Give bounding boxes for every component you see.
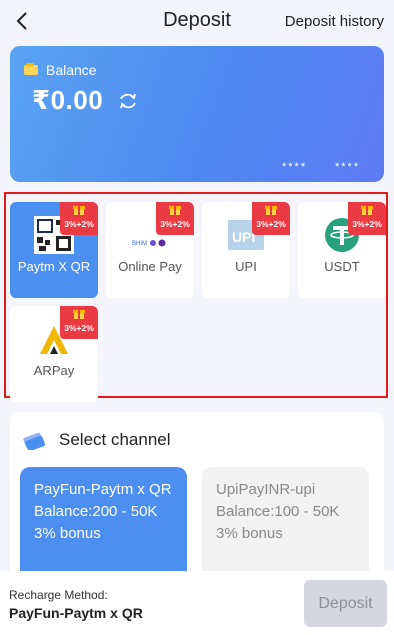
bonus-tag: 3%+2% bbox=[60, 202, 98, 235]
bonus-tag: 3%+2% bbox=[60, 306, 98, 339]
gift-icon bbox=[265, 206, 277, 215]
gift-icon bbox=[73, 206, 85, 215]
bonus-text: 3%+2% bbox=[160, 219, 190, 229]
deposit-history-link[interactable]: Deposit history bbox=[285, 13, 384, 30]
method-label: ARPay bbox=[33, 363, 75, 378]
balance-card: Balance ₹0.00 **** **** bbox=[10, 46, 384, 182]
channel-option-payfun[interactable]: PayFun-Paytm x QR Balance:200 - 50K 3% b… bbox=[20, 467, 187, 580]
card-icon bbox=[23, 432, 45, 450]
method-arpay[interactable]: ARPay 3%+2% bbox=[10, 306, 98, 402]
recharge-method-value: PayFun-Paytm x QR bbox=[9, 605, 143, 621]
channel-card: Select channel PayFun-Paytm x QR Balance… bbox=[10, 412, 384, 580]
footer-bar: Recharge Method: PayFun-Paytm x QR Depos… bbox=[0, 571, 394, 635]
gift-icon bbox=[169, 206, 181, 215]
method-label: USDT bbox=[324, 259, 360, 274]
bonus-tag: 3%+2% bbox=[156, 202, 194, 235]
bonus-text: 3%+2% bbox=[64, 323, 94, 333]
method-paytm-x-qr[interactable]: Paytm X QR 3%+2% bbox=[10, 202, 98, 298]
channel-balance: Balance:200 - 50K bbox=[34, 503, 158, 520]
channel-balance: Balance:100 - 50K bbox=[216, 503, 340, 520]
header: Deposit Deposit history bbox=[0, 0, 394, 44]
refresh-icon[interactable] bbox=[117, 90, 139, 112]
bonus-text: 3%+2% bbox=[64, 219, 94, 229]
payment-methods-section: Paytm X QR 3%+2% BHIM Online Pay 3%+2% U… bbox=[4, 192, 388, 402]
method-label: UPI bbox=[235, 259, 257, 274]
gift-icon bbox=[361, 206, 373, 215]
bonus-tag: 3%+2% bbox=[348, 202, 386, 235]
channel-bonus: 3% bonus bbox=[216, 525, 283, 542]
method-label: Online Pay bbox=[118, 259, 182, 274]
masked-card-part-2: **** bbox=[335, 161, 361, 173]
channel-option-upipayinr[interactable]: UpiPayINR-upi Balance:100 - 50K 3% bonus bbox=[202, 467, 369, 580]
channel-bonus: 3% bonus bbox=[34, 525, 101, 542]
channel-name: PayFun-Paytm x QR bbox=[34, 481, 172, 498]
wallet-icon bbox=[24, 63, 38, 75]
svg-text:BHIM: BHIM bbox=[132, 241, 147, 247]
bonus-text: 3%+2% bbox=[256, 219, 286, 229]
balance-label: Balance bbox=[46, 62, 97, 78]
method-usdt[interactable]: USDT 3%+2% bbox=[298, 202, 386, 298]
method-label: Paytm X QR bbox=[17, 259, 91, 274]
bonus-tag: 3%+2% bbox=[252, 202, 290, 235]
method-upi[interactable]: UPI UPI 3%+2% bbox=[202, 202, 290, 298]
deposit-button[interactable]: Deposit bbox=[304, 580, 387, 627]
recharge-method-label: Recharge Method: bbox=[9, 588, 108, 602]
bonus-text: 3%+2% bbox=[352, 219, 382, 229]
channel-name: UpiPayINR-upi bbox=[216, 481, 316, 498]
masked-card-part-1: **** bbox=[282, 161, 308, 173]
gift-icon bbox=[73, 310, 85, 319]
select-channel-title: Select channel bbox=[59, 430, 171, 449]
balance-amount: ₹0.00 bbox=[32, 85, 104, 115]
method-online-pay[interactable]: BHIM Online Pay 3%+2% bbox=[106, 202, 194, 298]
